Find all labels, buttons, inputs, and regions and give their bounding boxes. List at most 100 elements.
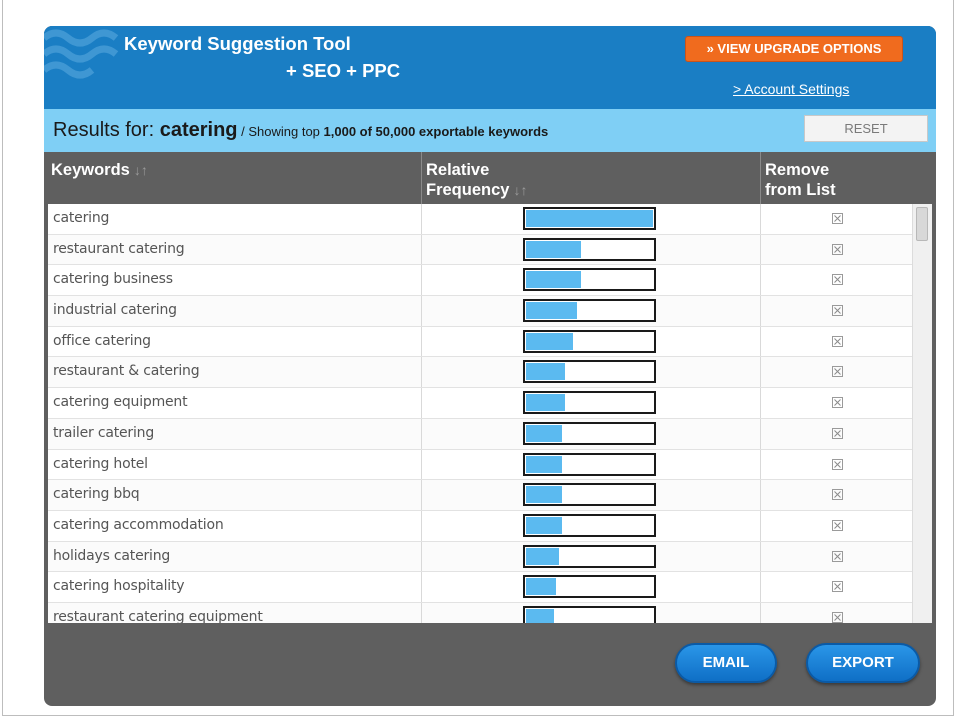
- frequency-bar-fill: [526, 578, 557, 596]
- remove-icon[interactable]: [832, 611, 843, 623]
- column-line: [421, 541, 422, 572]
- column-line: [421, 572, 422, 602]
- column-header-frequency-line1: Relative: [426, 161, 490, 179]
- column-line: [760, 510, 761, 541]
- keyword-cell: catering bbq: [53, 486, 140, 503]
- table-scrollbar[interactable]: [912, 204, 932, 623]
- account-settings-link[interactable]: > Account Settings: [733, 81, 849, 97]
- keyword-cell: restaurant catering: [53, 240, 185, 257]
- column-header-keywords[interactable]: Keywords ↓↑: [51, 160, 148, 180]
- column-header-remove-line2: from List: [765, 181, 836, 199]
- frequency-bar-fill: [526, 210, 653, 227]
- frequency-bar: [523, 452, 656, 476]
- frequency-bar: [523, 268, 656, 292]
- remove-icon[interactable]: [832, 581, 843, 593]
- remove-icon[interactable]: [832, 274, 843, 286]
- view-upgrade-options-button[interactable]: » VIEW UPGRADE OPTIONS: [685, 36, 903, 62]
- frequency-bar-fill: [526, 486, 562, 504]
- table-row: catering: [48, 204, 912, 235]
- frequency-bar: [523, 329, 656, 353]
- table-row: office catering: [48, 326, 912, 358]
- frequency-bar-fill: [526, 424, 562, 442]
- keyword-cell: restaurant catering equipment: [53, 608, 263, 623]
- remove-icon[interactable]: [832, 489, 843, 501]
- column-line: [421, 326, 422, 357]
- remove-icon[interactable]: [832, 213, 843, 224]
- frequency-bar: [523, 360, 656, 384]
- keyword-cell: catering accommodation: [53, 516, 224, 533]
- column-line: [760, 541, 761, 572]
- column-line: [760, 296, 761, 326]
- column-line: [421, 602, 422, 623]
- frequency-bar: [523, 513, 656, 537]
- results-summary: Results for: catering / Showing top 1,00…: [53, 119, 548, 142]
- sort-arrows-icon[interactable]: ↓↑: [134, 162, 148, 178]
- results-term: catering: [159, 119, 238, 141]
- keyword-cell: office catering: [53, 332, 151, 349]
- frequency-bar: [523, 575, 656, 599]
- table-row: catering hospitality: [48, 572, 912, 603]
- table-row: restaurant catering equipment: [48, 602, 912, 623]
- frequency-bar: [523, 207, 656, 230]
- frequency-bar-fill: [526, 302, 577, 320]
- keyword-tool-panel: Keyword Suggestion Tool + SEO + PPC » VI…: [44, 26, 936, 706]
- scrollbar-thumb[interactable]: [916, 207, 928, 241]
- column-line: [760, 388, 761, 418]
- results-label: Results for:: [53, 119, 160, 141]
- remove-icon[interactable]: [832, 305, 843, 317]
- table-row: catering bbq: [48, 480, 912, 511]
- column-line: [421, 510, 422, 541]
- table-row: holidays catering: [48, 541, 912, 573]
- remove-icon[interactable]: [832, 550, 843, 562]
- column-line: [421, 449, 422, 480]
- email-button[interactable]: EMAIL: [675, 643, 777, 683]
- column-line: [421, 234, 422, 265]
- keyword-cell: industrial catering: [53, 302, 177, 319]
- column-line: [760, 418, 761, 449]
- column-header-keywords-label: Keywords: [51, 161, 130, 179]
- column-line: [421, 418, 422, 449]
- tool-title: Keyword Suggestion Tool: [124, 33, 351, 54]
- keyword-cell: catering equipment: [53, 394, 188, 411]
- table-row: restaurant catering: [48, 234, 912, 266]
- waves-logo-icon: [44, 29, 119, 79]
- column-line: [760, 204, 761, 234]
- remove-icon[interactable]: [832, 243, 843, 255]
- column-header-remove: Remove from List: [765, 160, 836, 200]
- frequency-bar: [523, 421, 656, 445]
- column-divider: [760, 152, 761, 204]
- remove-icon[interactable]: [832, 519, 843, 531]
- tool-subtitle: + SEO + PPC: [286, 60, 401, 81]
- keyword-table-body: catering restaurant catering catering busi…: [48, 204, 912, 623]
- results-bar: Results for: catering / Showing top 1,00…: [44, 109, 936, 152]
- remove-icon[interactable]: [832, 427, 843, 439]
- column-divider: [421, 152, 422, 204]
- column-line: [421, 296, 422, 326]
- column-line: [421, 388, 422, 418]
- column-header-frequency[interactable]: Relative Frequency ↓↑: [426, 160, 527, 200]
- remove-icon[interactable]: [832, 335, 843, 347]
- sort-arrows-icon[interactable]: ↓↑: [513, 182, 527, 198]
- table-row: catering equipment: [48, 388, 912, 419]
- column-line: [760, 265, 761, 296]
- reset-button[interactable]: RESET: [804, 115, 928, 142]
- column-line: [760, 572, 761, 602]
- column-line: [421, 357, 422, 388]
- frequency-bar-fill: [526, 240, 581, 258]
- remove-icon[interactable]: [832, 397, 843, 409]
- results-showing: / Showing top 1,000 of 50,000 exportable…: [238, 124, 548, 139]
- keyword-cell: restaurant & catering: [53, 363, 200, 380]
- remove-icon[interactable]: [832, 458, 843, 470]
- table-row: trailer catering: [48, 418, 912, 450]
- frequency-bar-fill: [526, 394, 566, 412]
- table-row: restaurant & catering: [48, 357, 912, 389]
- keyword-cell: trailer catering: [53, 424, 155, 441]
- remove-icon[interactable]: [832, 366, 843, 378]
- table-header: Keywords ↓↑ Relative Frequency ↓↑ Remove f…: [44, 152, 936, 204]
- column-line: [760, 326, 761, 357]
- export-button[interactable]: EXPORT: [806, 643, 920, 683]
- column-header-remove-line1: Remove: [765, 161, 830, 179]
- column-line: [760, 234, 761, 265]
- frequency-bar-fill: [526, 547, 560, 565]
- table-row: catering hotel: [48, 449, 912, 481]
